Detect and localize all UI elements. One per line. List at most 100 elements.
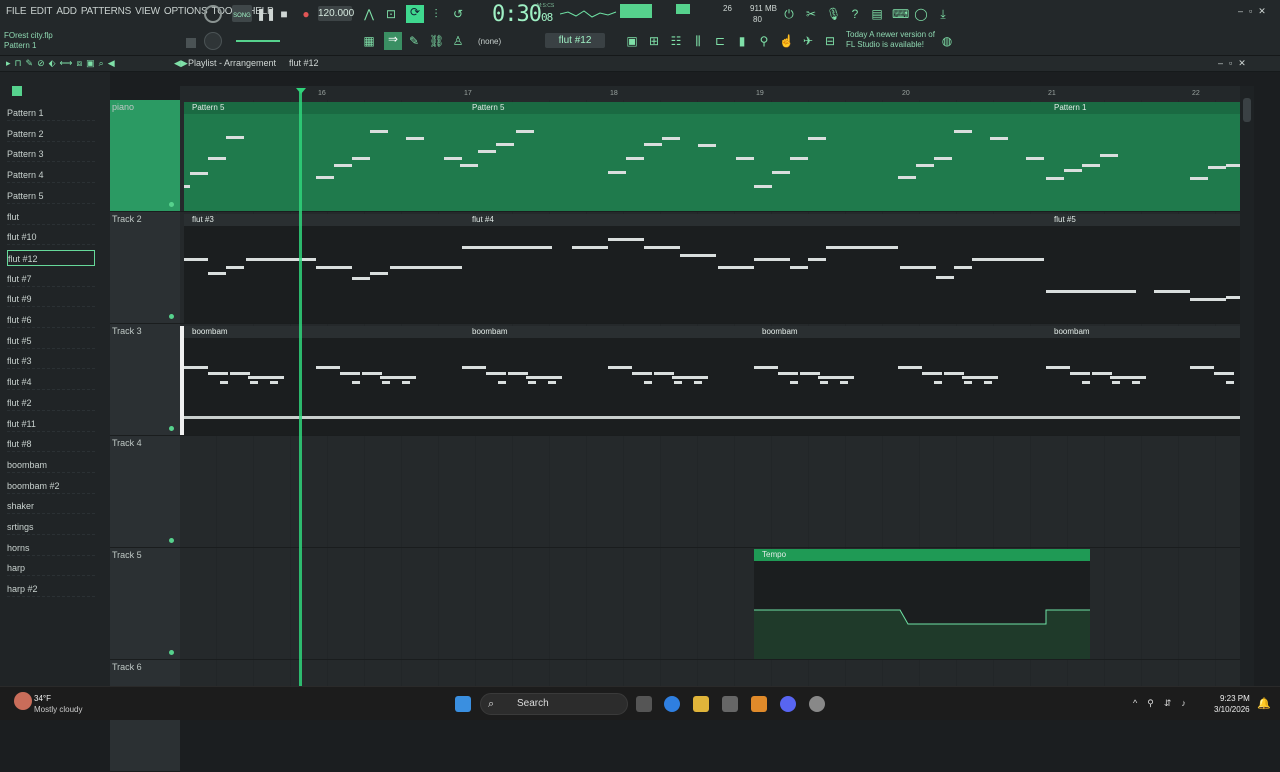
track-header-1[interactable]: piano: [110, 100, 180, 212]
notification-bell-icon[interactable]: 🔔: [1257, 697, 1271, 710]
automation-clip-tempo[interactable]: Tempo: [754, 549, 1090, 659]
pattern-item[interactable]: horns: [7, 540, 95, 556]
window-controls[interactable]: –▫✕: [1238, 6, 1272, 17]
pattern-item[interactable]: flut #11: [7, 416, 95, 432]
pattern-item[interactable]: harp: [7, 560, 95, 577]
menu-patterns[interactable]: PATTERNS: [81, 6, 131, 17]
menu-add[interactable]: ADD: [56, 6, 77, 17]
midi-icon[interactable]: ⌨: [892, 7, 909, 21]
store-icon[interactable]: [722, 696, 738, 712]
menu-options[interactable]: OPTIONS: [164, 6, 208, 17]
track-led[interactable]: [169, 426, 174, 431]
chat-icon[interactable]: ◯: [914, 7, 928, 21]
song-mode-toggle[interactable]: SONG: [232, 5, 252, 22]
wait-record-icon[interactable]: ⊡: [384, 7, 398, 21]
pattern-item[interactable]: flut #8: [7, 436, 95, 453]
playhead[interactable]: [299, 92, 302, 686]
timeline-ruler[interactable]: 16 17 18 19 20 21 22: [180, 86, 1240, 100]
master-volume-knob[interactable]: [204, 5, 222, 23]
stop-icon[interactable]: ■: [277, 7, 291, 21]
menu-view[interactable]: VIEW: [135, 6, 160, 17]
app-icon[interactable]: [809, 696, 825, 712]
menu-file[interactable]: FILE: [6, 6, 27, 17]
pattern-item[interactable]: flut #2: [7, 395, 95, 411]
channel-rack-icon[interactable]: ⊞: [647, 34, 661, 48]
save-icon[interactable]: ▤: [870, 7, 884, 21]
playlist-window-controls[interactable]: –▫✕: [1218, 58, 1252, 69]
pattern-item[interactable]: shaker: [7, 498, 95, 515]
globe-icon[interactable]: ◍: [940, 34, 954, 48]
pattern-item[interactable]: flut #3: [7, 353, 95, 370]
touch-icon[interactable]: ☝: [779, 34, 794, 48]
tray-icons[interactable]: ^⚲⇵♪: [1133, 698, 1196, 709]
playlist-nav-arrow-icon[interactable]: ◀▶: [174, 58, 188, 69]
bird-icon[interactable]: ✈: [801, 34, 815, 48]
master-volume-slider[interactable]: [236, 40, 280, 42]
taskbar-search[interactable]: Search: [480, 693, 628, 715]
track-header-2[interactable]: Track 2: [110, 212, 180, 324]
task-view-icon[interactable]: [636, 696, 652, 712]
update-hint[interactable]: Today A newer version of FL Studio is av…: [846, 30, 938, 50]
track-led[interactable]: [169, 650, 174, 655]
weather-temp[interactable]: 34°F: [34, 694, 51, 703]
menu-edit[interactable]: EDIT: [30, 6, 52, 17]
master-pitch-knob[interactable]: [204, 32, 222, 50]
clipboard-icon[interactable]: ▮: [735, 34, 749, 48]
browser-icon[interactable]: ⊏: [713, 34, 727, 48]
scroll-thumb[interactable]: [1243, 98, 1251, 122]
pattern-item[interactable]: flut #4: [7, 374, 95, 391]
clip-pattern[interactable]: Pattern 5: [464, 102, 1046, 211]
pattern-item[interactable]: harp #2: [7, 581, 95, 598]
pattern-item[interactable]: Pattern 4: [7, 167, 95, 184]
track-led[interactable]: [169, 314, 174, 319]
pattern-item[interactable]: boombam #2: [7, 478, 95, 494]
loop-record-icon[interactable]: ↺: [451, 7, 465, 21]
playhead-marker-icon[interactable]: [296, 88, 306, 94]
pause-icon[interactable]: ❚❚: [256, 7, 276, 21]
tools-icon[interactable]: ✂: [804, 7, 818, 21]
step-edit-icon[interactable]: ⫶: [429, 7, 443, 21]
track-led[interactable]: [169, 202, 174, 207]
pattern-item[interactable]: flut #5: [7, 333, 95, 349]
clock-date[interactable]: 3/10/2026: [1214, 705, 1250, 714]
weather-icon[interactable]: [14, 692, 32, 710]
clock-time[interactable]: 9:23 PM: [1220, 694, 1250, 703]
vertical-scrollbar[interactable]: [1240, 86, 1254, 686]
plug-icon[interactable]: ⚲: [757, 34, 771, 48]
start-icon[interactable]: [455, 696, 471, 712]
picker-mode-icon[interactable]: [12, 86, 22, 96]
piano-icon[interactable]: ⫼: [691, 34, 705, 48]
channel-selector[interactable]: (none): [478, 37, 501, 46]
power-icon[interactable]: ⏻: [782, 7, 796, 21]
pattern-item[interactable]: flut: [7, 209, 95, 225]
track-header-5[interactable]: Track 5: [110, 548, 180, 660]
pattern-selector[interactable]: flut #12: [545, 33, 605, 48]
pattern-item[interactable]: srtings: [7, 519, 95, 535]
help-icon[interactable]: ?: [848, 7, 862, 21]
pattern-item[interactable]: flut #10: [7, 229, 95, 246]
lane-4[interactable]: [180, 436, 1240, 548]
pattern-item[interactable]: Pattern 5: [7, 188, 95, 204]
plugin-icon[interactable]: ♙: [451, 34, 465, 48]
arrow-icon[interactable]: ⇒: [384, 32, 402, 50]
cart-icon[interactable]: ⊟: [823, 34, 837, 48]
file-explorer-icon[interactable]: [693, 696, 709, 712]
discord-icon[interactable]: [780, 696, 796, 712]
link-icon[interactable]: ⛓: [429, 34, 444, 48]
brush-icon[interactable]: ✎: [407, 34, 421, 48]
mixer-icon[interactable]: ☷: [669, 34, 683, 48]
playlist-icon[interactable]: ▣: [625, 34, 639, 48]
pattern-item[interactable]: flut #7: [7, 271, 95, 287]
playlist-grid[interactable]: Pattern 5 Pattern 5 Pattern 1 flut #3 fl…: [180, 100, 1240, 686]
tempo-display[interactable]: 120.000: [318, 6, 354, 21]
lane-6[interactable]: [180, 660, 1240, 686]
piano-roll-icon[interactable]: ▦: [362, 34, 376, 48]
track-header-4[interactable]: Track 4: [110, 436, 180, 548]
pattern-item[interactable]: Pattern 2: [7, 126, 95, 142]
fl-studio-icon[interactable]: [751, 696, 767, 712]
pattern-item[interactable]: flut #12: [7, 249, 95, 266]
pattern-item[interactable]: Pattern 1: [7, 105, 95, 121]
track-header-3[interactable]: Track 3: [110, 324, 180, 436]
copilot-icon[interactable]: [664, 696, 680, 712]
countdown-icon[interactable]: ⟳: [406, 5, 424, 23]
